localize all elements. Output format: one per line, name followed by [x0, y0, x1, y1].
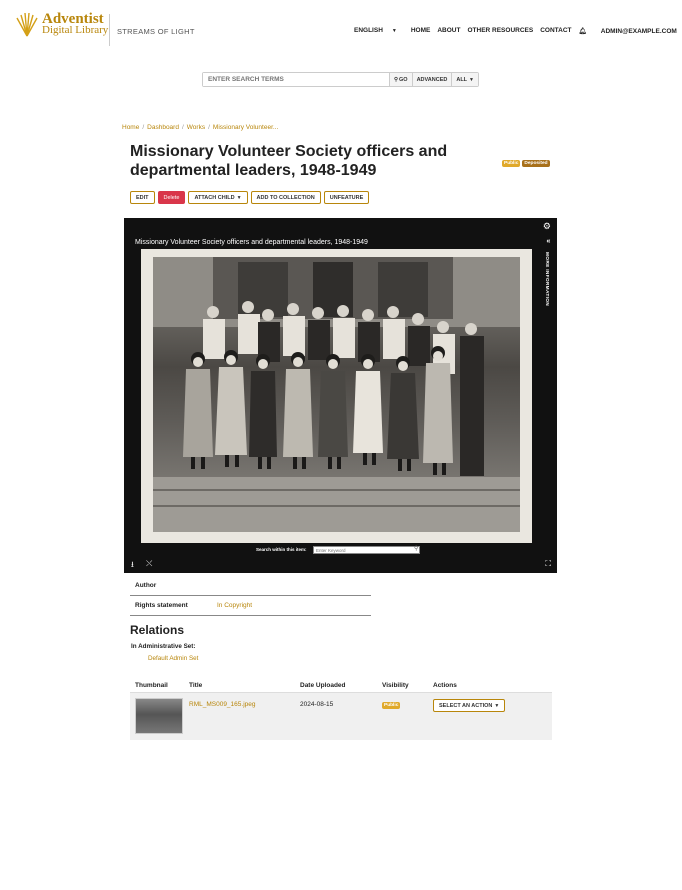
bell-icon[interactable]: 🔔︎ — [579, 27, 587, 35]
select-action-dropdown[interactable]: SELECT AN ACTION ▼ — [433, 699, 506, 712]
admin-set-label: In Administrative Set: — [131, 643, 196, 650]
caret-down-icon: ▼ — [494, 702, 500, 709]
delete-button[interactable]: Delete — [157, 191, 186, 204]
files-table: Thumbnail Title Date Uploaded Visibility… — [130, 678, 552, 740]
search-go-button[interactable]: ⚲ GO — [388, 73, 412, 86]
file-date-uploaded: 2024-08-15 — [300, 701, 334, 708]
share-icon[interactable]: ⤬ — [146, 559, 152, 569]
advanced-search-button[interactable]: ADVANCED — [411, 73, 452, 86]
more-information-panel-toggle[interactable]: « MORE INFORMATION — [544, 238, 553, 563]
breadcrumb: Home / Dashboard / Works / Missionary Volun… — [122, 124, 279, 131]
nav-contact[interactable]: CONTACT — [540, 27, 571, 35]
table-row: RML_MS009_165.jpeg 2024-08-15 Public SEL… — [130, 693, 552, 740]
file-title-link[interactable]: RML_MS009_165.jpeg — [189, 693, 300, 740]
gear-icon[interactable]: ⚙ — [543, 221, 551, 232]
main-nav: ENGLISH ▼ HOME ABOUT OTHER RESOURCES CONT… — [354, 27, 682, 35]
metadata-key: Rights statement — [135, 602, 188, 609]
rights-statement-link[interactable]: In Copyright — [217, 602, 252, 609]
column-header: Actions — [433, 681, 457, 689]
image-viewer: ⚙ Missionary Volunteer Society officers … — [124, 218, 557, 573]
search-icon: ⚲ — [393, 76, 399, 83]
fullscreen-icon[interactable]: ⛶ — [545, 559, 551, 569]
work-actions: EDIT Delete ATTACH CHILD ▼ ADD TO COLLECT… — [130, 191, 370, 204]
visibility-badge: Public — [382, 702, 401, 709]
search-input[interactable] — [203, 73, 389, 86]
viewer-bottom-toolbar: ⭳ ⤬ ⛶ — [124, 557, 557, 573]
breadcrumb-current[interactable]: Missionary Volunteer... — [213, 124, 278, 131]
breadcrumb-works[interactable]: Works — [187, 124, 205, 131]
viewer-title: Missionary Volunteer Society officers an… — [135, 239, 368, 246]
site-tagline: STREAMS OF LIGHT — [117, 27, 195, 36]
attach-child-button[interactable]: ATTACH CHILD ▼ — [188, 191, 248, 204]
breadcrumb-dashboard[interactable]: Dashboard — [147, 124, 179, 131]
logo-rays-icon — [14, 12, 40, 38]
viewer-toolbar: ⚙ — [124, 218, 557, 235]
nav-user-menu[interactable]: ADMIN@EXAMPLE.COM ♟▼ — [601, 27, 682, 35]
viewer-search-strip: Search within this item: ⚲ — [124, 545, 557, 555]
status-badges: Public Deposited — [502, 160, 550, 167]
site-logo[interactable]: Adventist Digital Library — [14, 12, 108, 38]
viewer-search-label: Search within this item: — [256, 547, 307, 552]
caret-down-icon: ▼ — [469, 76, 474, 83]
logo-divider — [109, 14, 110, 46]
metadata-row-author: Author — [130, 576, 371, 596]
photo-frame — [141, 249, 532, 543]
caret-down-icon: ▼ — [236, 194, 242, 201]
logo-line-2: Digital Library — [42, 24, 109, 36]
nav-language[interactable]: ENGLISH ▼ — [354, 27, 404, 35]
nav-other-resources[interactable]: OTHER RESOURCES — [467, 27, 533, 35]
public-badge: Public — [502, 160, 521, 167]
group-photo[interactable] — [153, 257, 520, 532]
metadata-table: Author Rights statement In Copyright — [130, 576, 371, 616]
nav-about[interactable]: ABOUT — [437, 27, 460, 35]
group-photo-figures — [153, 257, 520, 532]
admin-set-link[interactable]: Default Admin Set — [148, 655, 198, 662]
nav-home[interactable]: HOME — [411, 27, 431, 35]
search-bar: ⚲GO ADVANCED ALL▼ — [202, 72, 479, 87]
site-header: Adventist Digital Library STREAMS OF LIG… — [0, 0, 682, 64]
viewer-search-input[interactable] — [313, 546, 420, 554]
search-icon[interactable]: ⚲ — [414, 545, 418, 552]
deposited-badge: Deposited — [522, 160, 550, 167]
column-header: Title — [189, 681, 203, 689]
breadcrumb-home[interactable]: Home — [122, 124, 139, 131]
double-chevron-left-icon: « — [546, 238, 551, 245]
file-thumbnail[interactable] — [135, 698, 183, 734]
caret-down-icon: ▼ — [391, 28, 397, 34]
files-table-header: Thumbnail Title Date Uploaded Visibility… — [130, 678, 552, 693]
search-scope-dropdown[interactable]: ALL ▼ — [451, 73, 478, 86]
add-to-collection-button[interactable]: ADD TO COLLECTION — [250, 191, 321, 204]
metadata-row-rights: Rights statement In Copyright — [130, 596, 371, 616]
column-header: Thumbnail — [135, 681, 168, 689]
edit-button[interactable]: EDIT — [130, 191, 155, 204]
metadata-key: Author — [135, 582, 157, 589]
page-title: Missionary Volunteer Society officers an… — [130, 143, 448, 179]
relations-heading: Relations — [130, 623, 185, 637]
column-header: Date Uploaded — [300, 681, 346, 689]
more-information-label: MORE INFORMATION — [544, 252, 549, 307]
column-header: Visibility — [382, 681, 409, 689]
download-icon[interactable]: ⭳ — [131, 559, 134, 573]
unfeature-button[interactable]: UNFEATURE — [323, 191, 370, 204]
